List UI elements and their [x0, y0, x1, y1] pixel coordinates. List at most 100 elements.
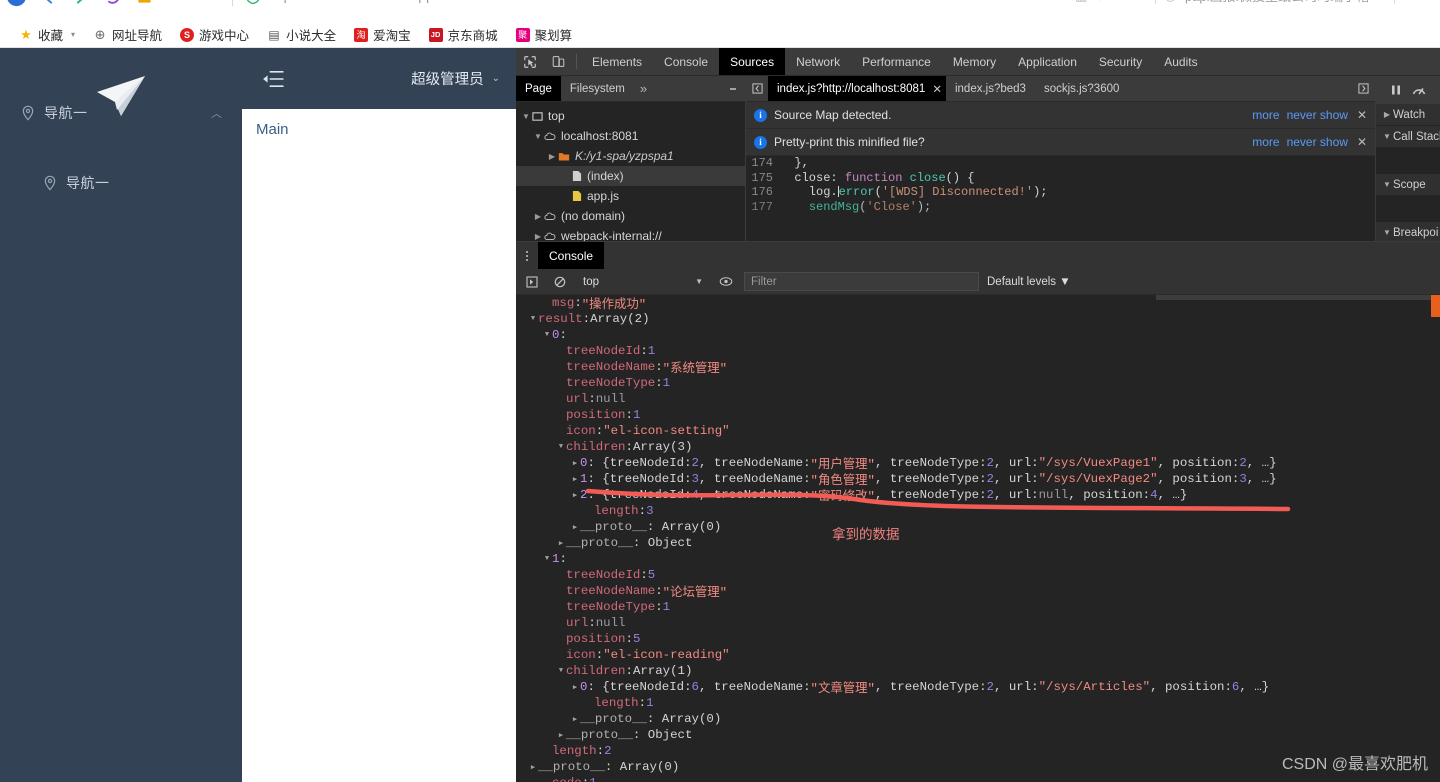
- console-line[interactable]: ▼ result: Array(2): [516, 311, 1440, 327]
- sidebar-item-nav-one[interactable]: 导航一 ︿: [0, 90, 242, 136]
- section-call-stack[interactable]: ▼ Call Stack: [1376, 126, 1440, 148]
- log-levels-select[interactable]: Default levels ▼: [987, 276, 1071, 288]
- twisty-icon[interactable]: ▶: [1381, 110, 1393, 119]
- execution-context-select[interactable]: top ▼: [578, 273, 708, 291]
- tree-row-index[interactable]: (index): [516, 166, 745, 186]
- tree-row-appjs[interactable]: app.js: [516, 186, 745, 206]
- collapse-menu-icon[interactable]: [262, 70, 284, 88]
- inspect-element-icon[interactable]: [516, 48, 544, 75]
- tab-network[interactable]: Network: [785, 48, 851, 75]
- console-line[interactable]: position: 5: [516, 631, 1440, 647]
- editor-tab-sockjs[interactable]: sockjs.js?3600: [1035, 76, 1128, 101]
- console-line[interactable]: ▶ __proto__: Object: [516, 535, 1440, 551]
- console-line[interactable]: treeNodeType: 1: [516, 375, 1440, 391]
- clear-console-icon[interactable]: [550, 276, 570, 288]
- search-box-text[interactable]: papi画报:微投壁纸公司旳端子帽: [1185, 0, 1369, 5]
- screenshot-icon[interactable]: ▦: [1075, 0, 1087, 4]
- twisty-icon[interactable]: ▼: [556, 443, 566, 451]
- console-line[interactable]: ▶ __proto__: Array(0): [516, 711, 1440, 727]
- tree-row-folder[interactable]: ▶ K:/y1-spa/yzpspa1: [516, 146, 745, 166]
- twisty-icon[interactable]: ▼: [542, 331, 552, 339]
- console-line[interactable]: ▶ __proto__: Object: [516, 727, 1440, 743]
- editor-tab-index-localhost[interactable]: index.js?http://localhost:8081 ✕: [768, 76, 946, 101]
- twisty-icon[interactable]: ▶: [556, 539, 566, 548]
- console-line[interactable]: ▼ 1:: [516, 551, 1440, 567]
- twisty-icon[interactable]: ▼: [542, 555, 552, 563]
- bookmark-jd[interactable]: JD 京东商城: [420, 24, 507, 46]
- section-watch[interactable]: ▶ Watch: [1376, 104, 1440, 126]
- twisty-icon[interactable]: ▶: [570, 715, 580, 724]
- drawer-tab-console[interactable]: Console: [538, 242, 605, 269]
- more-tabs-icon[interactable]: »: [634, 76, 653, 101]
- tab-memory[interactable]: Memory: [942, 48, 1007, 75]
- console-line[interactable]: ▶ 0: {treeNodeId: 2, treeNodeName: "用户管理"…: [516, 455, 1440, 472]
- forward-arrow-icon[interactable]: [70, 0, 91, 7]
- navtab-filesystem[interactable]: Filesystem: [561, 76, 634, 101]
- address-bar-url[interactable]: http://localhost:8081/#/AppMain: [268, 0, 464, 3]
- infobar-more-link[interactable]: more: [1252, 135, 1279, 149]
- menu-dots-icon[interactable]: ⋯: [1133, 0, 1146, 4]
- twisty-icon[interactable]: ▶: [570, 475, 580, 484]
- tab-console[interactable]: Console: [653, 48, 719, 75]
- twisty-icon[interactable]: ▶: [570, 459, 580, 468]
- back-arrow-icon[interactable]: [38, 0, 59, 7]
- console-line[interactable]: icon: "el-icon-setting": [516, 423, 1440, 439]
- twisty-icon[interactable]: ▶: [570, 491, 580, 500]
- tab-sources[interactable]: Sources: [719, 48, 786, 75]
- chevron-up-icon[interactable]: ︿: [211, 105, 222, 121]
- console-line[interactable]: icon: "el-icon-reading": [516, 647, 1440, 663]
- chevron-down-icon[interactable]: ▼: [695, 277, 703, 286]
- console-line[interactable]: ▶ 1: {treeNodeId: 3, treeNodeName: "角色管理"…: [516, 471, 1440, 488]
- console-line[interactable]: ▼ 0:: [516, 327, 1440, 343]
- console-line[interactable]: treeNodeType: 1: [516, 599, 1440, 615]
- infobar-more-link[interactable]: more: [1252, 108, 1279, 122]
- twisty-icon[interactable]: ▼: [532, 132, 544, 141]
- console-line[interactable]: url: null: [516, 391, 1440, 407]
- console-line[interactable]: code: 1: [516, 775, 1440, 782]
- tree-row-no-domain[interactable]: ▶ (no domain): [516, 206, 745, 226]
- tree-row-top[interactable]: ▼ top: [516, 106, 745, 126]
- editor-tab-index-bed3[interactable]: index.js?bed3: [946, 76, 1035, 101]
- tab-application[interactable]: Application: [1007, 48, 1088, 75]
- close-icon[interactable]: ✕: [1355, 135, 1369, 149]
- console-output[interactable]: msg: "操作成功" ▼ result: Array(2) ▼ 0: treeNodeI…: [516, 295, 1440, 782]
- close-icon[interactable]: ✕: [1355, 108, 1369, 122]
- console-line[interactable]: url: null: [516, 615, 1440, 631]
- twisty-icon[interactable]: ▼: [556, 667, 566, 675]
- console-line[interactable]: ▶ 0: {treeNodeId: 6, treeNodeName: "文章管理"…: [516, 679, 1440, 696]
- navigator-menu-icon[interactable]: [725, 76, 741, 102]
- pause-icon[interactable]: [1390, 84, 1402, 96]
- close-icon[interactable]: ✕: [932, 82, 942, 96]
- tab-performance[interactable]: Performance: [851, 48, 942, 75]
- user-menu[interactable]: 超级管理员 ⌄: [411, 68, 500, 89]
- section-scope[interactable]: ▼ Scope: [1376, 174, 1440, 196]
- live-expression-icon[interactable]: [716, 276, 736, 287]
- bookmark-icon[interactable]: ☆: [1112, 0, 1124, 4]
- twisty-icon[interactable]: ▶: [570, 683, 580, 692]
- bookmark-game-center[interactable]: S 游戏中心: [171, 24, 258, 46]
- twisty-icon[interactable]: ▶: [532, 232, 544, 241]
- twisty-icon[interactable]: ▼: [520, 112, 532, 121]
- code-viewer[interactable]: 174 }, 175 close: function close() { 176…: [746, 156, 1375, 247]
- execution-context-icon[interactable]: [522, 275, 542, 288]
- sidebar-subitem-nav-one[interactable]: 导航一: [0, 160, 242, 206]
- console-line[interactable]: length: 3: [516, 503, 1440, 519]
- bookmark-novels[interactable]: ▤ 小说大全: [258, 24, 345, 46]
- bookmark-taobao[interactable]: 淘 爱淘宝: [345, 24, 420, 46]
- twisty-icon[interactable]: ▶: [528, 763, 538, 772]
- window-restore-icon[interactable]: ❐: [1404, 0, 1417, 4]
- console-line[interactable]: ▶ __proto__: Array(0): [516, 519, 1440, 535]
- console-line[interactable]: length: 1: [516, 695, 1440, 711]
- console-line[interactable]: ▼ children: Array(1): [516, 663, 1440, 679]
- twisty-icon[interactable]: ▶: [532, 212, 544, 221]
- twisty-icon[interactable]: ▼: [528, 315, 538, 323]
- twisty-icon[interactable]: ▶: [570, 523, 580, 532]
- twisty-icon[interactable]: ▶: [556, 731, 566, 740]
- navtab-page[interactable]: Page: [516, 76, 561, 101]
- tab-audits[interactable]: Audits: [1153, 48, 1208, 75]
- console-line[interactable]: ▶ 2: {treeNodeId: 4, treeNodeName: "密码修改"…: [516, 487, 1440, 504]
- console-line[interactable]: treeNodeName: "系统管理": [516, 359, 1440, 376]
- deactivate-breakpoints-icon[interactable]: [1412, 84, 1426, 96]
- extensions-icon[interactable]: ∞: [1426, 0, 1436, 4]
- chevron-down-icon[interactable]: ▾: [71, 30, 75, 39]
